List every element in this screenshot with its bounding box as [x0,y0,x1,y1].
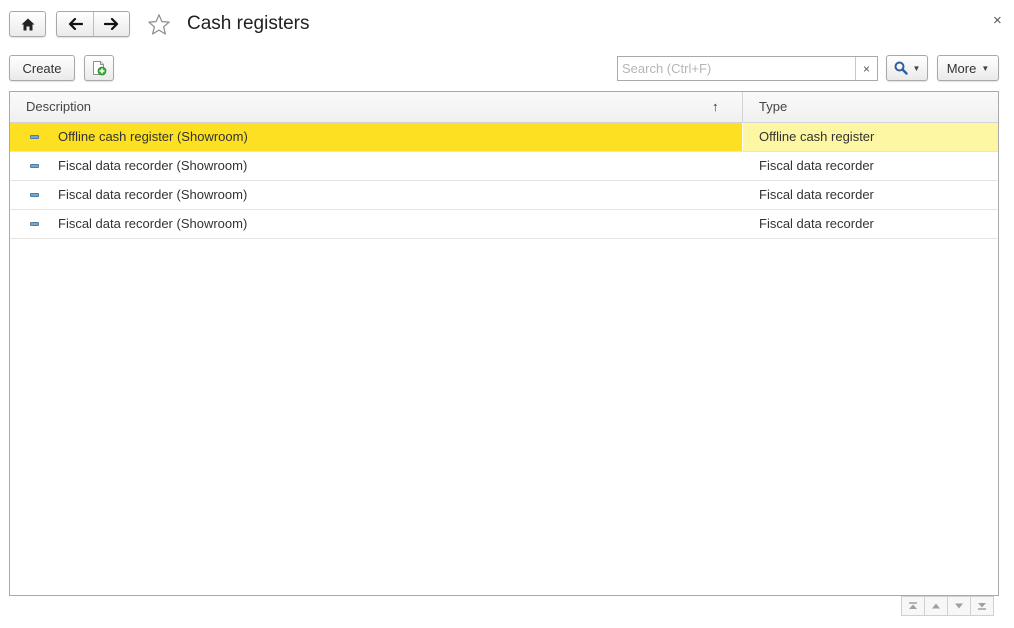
favorite-star-icon[interactable] [147,13,171,37]
close-icon[interactable]: × [993,12,1002,30]
table-row[interactable]: Fiscal data recorder (Showroom) Fiscal d… [10,210,998,239]
scroll-down-button[interactable] [947,596,971,616]
row-type: Offline cash register [759,129,875,144]
type-cell[interactable]: Fiscal data recorder [743,210,998,238]
table-row[interactable]: Offline cash register (Showroom) Offline… [10,123,998,152]
row-type: Fiscal data recorder [759,187,874,202]
list-scroll-navigation [901,596,994,618]
column-header-type[interactable]: Type [759,92,787,122]
scroll-first-icon [909,602,917,609]
row-type: Fiscal data recorder [759,158,874,173]
navigation-buttons [56,11,130,37]
more-button[interactable]: More ▼ [937,55,999,81]
arrow-right-icon [104,18,119,30]
add-copy-icon [93,61,107,76]
catalog-item-icon [30,135,39,139]
copy-button[interactable] [84,55,114,81]
scroll-up-button[interactable] [924,596,948,616]
back-button[interactable] [57,12,93,36]
type-cell[interactable]: Fiscal data recorder [743,152,998,180]
home-button[interactable] [9,11,46,37]
create-button[interactable]: Create [9,55,75,81]
search-box: × [617,56,878,81]
column-divider[interactable] [742,92,743,122]
row-description: Fiscal data recorder (Showroom) [58,158,248,173]
table-header: Description ↑ Type [10,92,998,123]
cash-registers-table: Description ↑ Type Offline cash register… [9,91,999,596]
description-cell[interactable]: Offline cash register (Showroom) [10,123,742,151]
table-row[interactable]: Fiscal data recorder (Showroom) Fiscal d… [10,181,998,210]
search-button[interactable]: ▼ [886,55,928,81]
description-cell[interactable]: Fiscal data recorder (Showroom) [10,210,742,238]
scroll-down-icon [955,603,963,609]
search-input[interactable] [618,57,856,80]
chevron-down-icon: ▼ [912,63,921,73]
type-cell[interactable]: Fiscal data recorder [743,181,998,209]
scroll-last-icon [978,603,986,610]
description-cell[interactable]: Fiscal data recorder (Showroom) [10,181,742,209]
row-description: Fiscal data recorder (Showroom) [58,187,248,202]
scroll-first-button[interactable] [901,596,925,616]
catalog-item-icon [30,193,39,197]
search-clear-icon[interactable]: × [855,57,877,80]
arrow-left-icon [68,18,83,30]
page-title: Cash registers [187,13,310,34]
scroll-up-icon [932,603,940,609]
row-description: Offline cash register (Showroom) [58,129,248,144]
table-row[interactable]: Fiscal data recorder (Showroom) Fiscal d… [10,152,998,181]
magnifier-icon [894,61,908,75]
type-cell[interactable]: Offline cash register [743,123,998,151]
home-icon [21,18,34,30]
sort-ascending-icon: ↑ [712,99,719,114]
description-cell[interactable]: Fiscal data recorder (Showroom) [10,152,742,180]
forward-button[interactable] [93,12,129,36]
catalog-item-icon [30,222,39,226]
column-header-description[interactable]: Description [26,92,91,122]
scroll-last-button[interactable] [970,596,994,616]
chevron-down-icon: ▼ [981,63,990,73]
row-description: Fiscal data recorder (Showroom) [58,216,248,231]
row-type: Fiscal data recorder [759,216,874,231]
more-button-label: More [946,60,977,76]
catalog-item-icon [30,164,39,168]
